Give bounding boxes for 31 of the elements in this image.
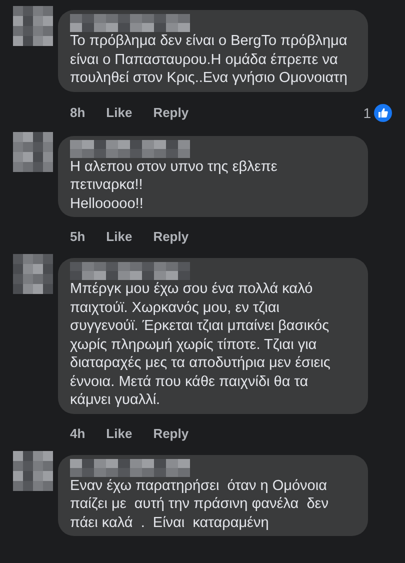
comment-time: 4h [70, 426, 86, 440]
comment-text: Το πρόβλημα δεν είναι ο BergΤο πρόβλημα [70, 32, 348, 50]
comment-time: 8h [70, 105, 86, 120]
like-link[interactable]: Like [106, 229, 132, 244]
blurred-avatar [13, 132, 53, 172]
like-link[interactable]: Like [106, 105, 132, 120]
reply-link[interactable]: Reply [153, 426, 189, 440]
comment-text: έννοια. Μετά που κάθε παιχνίδι θα τα [70, 372, 310, 391]
blurred-avatar [13, 450, 53, 490]
comment-text: Μπέργκ μου έχω σου ένα πολλά καλό [70, 280, 314, 298]
like-link[interactable]: Like [106, 426, 132, 440]
comment-text: πάει καλά . Είναι καταραμένη [70, 514, 270, 532]
thumbs-up-icon [374, 104, 392, 122]
comment-text: Εναν έχω παρατηρήσει όταν η Ομόνοια [70, 476, 328, 495]
comment-text: παιχτούϊ. Χωρκανός μου, εν τζιαι [70, 298, 280, 317]
comment-text: Η αλεπου στον υπνο της εβλεπε [70, 158, 278, 176]
comment-text: συγγενούϊ. Έρκεται τζιαι μπαίνει βασικός [70, 317, 330, 336]
comment-text: κάμνει γυαλλί. [70, 391, 162, 410]
comment-text: πετιναρκα!! [70, 176, 144, 194]
reply-link[interactable]: Reply [153, 105, 189, 120]
comment-text: πουληθεί στον Κρις..Ενα γνήσιο Ομονοιατη [70, 69, 348, 88]
reaction-count: 1 [363, 104, 371, 120]
comment-time: 5h [70, 229, 86, 244]
blurred-avatar [13, 6, 53, 46]
comment-text: είναι ο Παπασταυρου.Η ομάδα έπρεπε να [70, 50, 339, 69]
comment-text: παίζει με αυτή την πράσινη φανέλα δεν [70, 495, 330, 514]
reply-link[interactable]: Reply [153, 229, 189, 244]
comment-text: χωρίς πληρωμή χωρίς τίποτε. Τζιαι για [70, 336, 318, 354]
comment-text: διαταραχές μες τα αποδυτήρια μεν έσιεις [70, 354, 332, 372]
comment-text: Hellooooo!! [70, 194, 144, 213]
blurred-avatar [13, 254, 53, 294]
